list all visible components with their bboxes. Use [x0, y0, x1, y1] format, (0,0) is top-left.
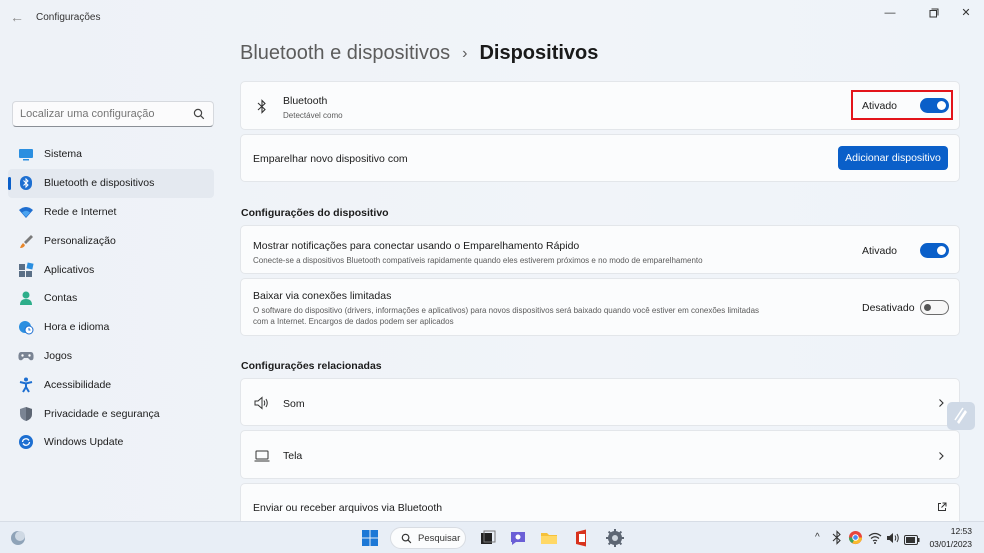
sidebar-item-windows-update[interactable]: Windows Update	[8, 428, 214, 457]
chevron-right-icon	[939, 452, 944, 460]
sidebar-item-label: Rede e Internet	[44, 205, 117, 218]
related-item-bluetooth-files[interactable]: Enviar ou receber arquivos via Bluetooth	[240, 483, 960, 521]
brush-icon	[18, 233, 34, 249]
search-icon	[193, 108, 205, 120]
bluetooth-title: Bluetooth	[283, 95, 328, 107]
breadcrumb-parent[interactable]: Bluetooth e dispositivos	[240, 42, 450, 65]
sidebar-item-bluetooth[interactable]: Bluetooth e dispositivos	[8, 168, 214, 198]
accessibility-icon	[18, 377, 34, 393]
office-icon[interactable]	[572, 528, 592, 548]
tray-overflow-icon[interactable]: ^	[815, 532, 820, 543]
breadcrumb: Bluetooth e dispositivos › Dispositivos	[240, 42, 598, 65]
speaker-icon	[254, 396, 268, 410]
swift-pair-description: Conecte-se a dispositivos Bluetooth comp…	[253, 256, 703, 265]
related-item-tela[interactable]: Tela	[240, 430, 960, 479]
sidebar-item-label: Sistema	[44, 148, 82, 161]
taskbar-search-label: Pesquisar	[418, 532, 461, 544]
swift-pair-toggle[interactable]	[920, 243, 949, 258]
sidebar-item-hora[interactable]: Hora e idioma	[8, 313, 214, 342]
title-bar: ← Configurações — ✕	[0, 0, 984, 34]
monitor-icon	[18, 146, 34, 162]
person-icon	[18, 290, 34, 306]
sidebar-item-aplicativos[interactable]: Aplicativos	[8, 255, 214, 284]
start-icon[interactable]	[360, 528, 380, 548]
bluetooth-subtitle: Detectável como	[283, 111, 343, 120]
metered-download-state-label: Desativado	[862, 302, 915, 314]
related-item-label: Enviar ou receber arquivos via Bluetooth	[253, 502, 443, 514]
sidebar-item-label: Privacidade e segurança	[44, 407, 160, 420]
metered-download-card: Baixar via conexões limitadas O software…	[240, 278, 960, 336]
chevron-right-icon	[939, 399, 944, 407]
sidebar-item-jogos[interactable]: Jogos	[8, 342, 214, 371]
sidebar-item-label: Contas	[44, 292, 78, 305]
taskbar: Pesquisar ^ 12:53 03/01/2023	[0, 521, 984, 553]
sidebar-item-label: Aplicativos	[44, 263, 95, 276]
laptop-icon	[254, 450, 270, 462]
widgets-icon[interactable]	[8, 528, 28, 548]
sidebar-item-acessibilidade[interactable]: Acessibilidade	[8, 370, 214, 399]
related-item-label: Tela	[283, 450, 303, 462]
related-item-som[interactable]: Som	[240, 378, 960, 426]
external-link-icon	[938, 502, 947, 511]
gamepad-icon	[18, 348, 34, 364]
file-explorer-icon[interactable]	[539, 528, 559, 548]
shield-icon	[18, 406, 34, 422]
pair-device-label: Emparelhar novo dispositivo com	[253, 153, 408, 165]
sidebar-item-label: Personalização	[44, 234, 116, 247]
breadcrumb-separator: ›	[462, 44, 468, 62]
sidebar-item-personalizacao[interactable]: Personalização	[8, 226, 214, 255]
minimize-button[interactable]: —	[876, 4, 904, 22]
search-icon	[401, 533, 412, 543]
sidebar-item-contas[interactable]: Contas	[8, 284, 214, 313]
sidebar-item-label: Acessibilidade	[44, 378, 112, 391]
wifi-status-icon[interactable]	[868, 531, 882, 549]
update-icon	[18, 434, 34, 450]
maximize-button[interactable]	[920, 4, 948, 22]
sidebar-item-label: Jogos	[44, 349, 73, 362]
add-device-button[interactable]: Adicionar dispositivo	[838, 146, 948, 170]
metered-download-title: Baixar via conexões limitadas	[253, 290, 392, 302]
tray-chrome-icon[interactable]	[848, 530, 863, 550]
clock-date[interactable]: 03/01/2023	[918, 539, 972, 549]
metered-download-toggle[interactable]	[920, 300, 949, 315]
metered-download-description-line2: com a Internet. Encargos de dados podem …	[253, 317, 454, 326]
device-settings-heading: Configurações do dispositivo	[241, 207, 389, 219]
search-input[interactable]	[20, 108, 190, 120]
bluetooth-icon	[18, 175, 34, 191]
clock-time[interactable]: 12:53	[926, 526, 972, 536]
metered-download-description-line1: O software do dispositivo (drivers, info…	[253, 306, 760, 315]
back-arrow-icon[interactable]: ←	[8, 8, 26, 26]
bluetooth-icon	[257, 99, 266, 114]
highlight-annotation	[851, 90, 953, 120]
related-item-label: Som	[283, 398, 305, 410]
page-title: Dispositivos	[479, 42, 599, 64]
related-settings-heading: Configurações relacionadas	[241, 360, 382, 372]
sidebar-item-sistema[interactable]: Sistema	[8, 140, 214, 169]
taskbar-search[interactable]: Pesquisar	[390, 527, 466, 549]
search-box[interactable]	[12, 101, 214, 127]
settings-gear-icon[interactable]	[605, 528, 625, 548]
sidebar-item-label: Windows Update	[44, 436, 124, 449]
swift-pair-title: Mostrar notificações para conectar usand…	[253, 240, 580, 252]
settings-window: ← Configurações — ✕ Sistema Bluetooth e …	[0, 0, 984, 521]
sidebar-item-label: Hora e idioma	[44, 321, 110, 334]
volume-icon[interactable]	[886, 531, 900, 549]
app-title: Configurações	[36, 12, 101, 23]
sidebar-item-rede[interactable]: Rede e Internet	[8, 198, 214, 227]
sidebar-item-label: Bluetooth e dispositivos	[44, 177, 155, 190]
quick-widget-button[interactable]	[947, 402, 975, 430]
sidebar-nav: Sistema Bluetooth e dispositivos Rede e …	[8, 140, 214, 457]
teams-chat-icon[interactable]	[508, 528, 528, 548]
apps-icon	[18, 262, 34, 278]
swift-pair-state-label: Ativado	[862, 245, 898, 257]
swift-pair-card: Mostrar notificações para conectar usand…	[240, 225, 960, 274]
tray-bluetooth-icon[interactable]	[832, 530, 842, 550]
sidebar-item-privacidade[interactable]: Privacidade e segurança	[8, 399, 214, 428]
wifi-icon	[18, 204, 34, 220]
globe-clock-icon	[18, 319, 34, 335]
close-button[interactable]: ✕	[952, 4, 980, 22]
task-view-icon[interactable]	[478, 528, 498, 548]
